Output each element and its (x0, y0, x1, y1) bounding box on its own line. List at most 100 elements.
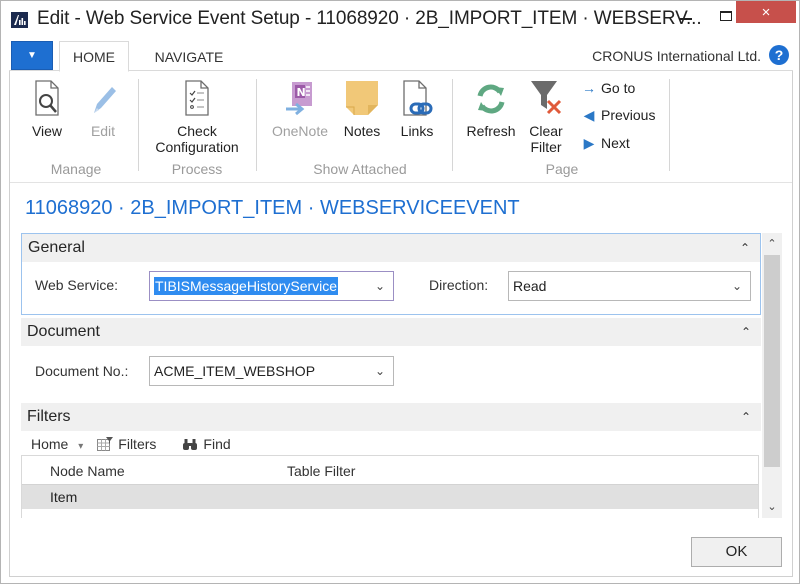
notes-button[interactable]: Notes (337, 79, 387, 139)
direction-field[interactable]: Read ⌄ (508, 271, 751, 301)
help-icon[interactable]: ? (769, 45, 789, 65)
collapse-icon[interactable]: ⌃ (741, 318, 751, 346)
cell-node-name: Item (50, 489, 78, 505)
filters-grid: Node Name Table Filter Item (21, 455, 759, 518)
group-label-page: Page (545, 161, 579, 177)
filters-toolbar: Home ▾ Filters Find (31, 433, 243, 455)
collapse-icon[interactable]: ⌃ (741, 403, 751, 431)
previous-button[interactable]: ◀ Previous (581, 104, 656, 126)
vertical-scrollbar[interactable]: ⌃ ⌄ (762, 233, 782, 518)
ok-button[interactable]: OK (691, 537, 782, 567)
find-button[interactable]: Find (182, 436, 236, 452)
home-menu-button[interactable]: Home ▾ (31, 436, 89, 452)
links-label: Links (400, 123, 434, 139)
scroll-down-icon[interactable]: ⌄ (762, 498, 782, 516)
onenote-button[interactable]: N OneNote (267, 79, 333, 139)
checklist-document-icon (179, 79, 215, 119)
title-bar: Edit - Web Service Event Setup - 1106892… (1, 1, 799, 39)
home-menu-label: Home (31, 436, 69, 452)
links-button[interactable]: Links (393, 79, 441, 139)
view-label: View (31, 123, 63, 139)
close-icon: × (761, 3, 771, 21)
tab-home[interactable]: HOME (59, 41, 129, 72)
group-label-process: Process (171, 161, 223, 177)
sticky-note-icon (344, 79, 380, 119)
refresh-icon (473, 79, 509, 119)
binoculars-icon (183, 438, 198, 450)
pencil-icon (85, 79, 121, 119)
clear-filter-button[interactable]: Clear Filter (521, 79, 571, 155)
check-label-line2: Configuration (155, 139, 239, 155)
general-title: General (28, 239, 85, 256)
content-area: General ⌃ Web Service: TIBISMessageHisto… (21, 233, 761, 518)
check-label-line1: Check (177, 123, 217, 139)
direction-value: Read (513, 278, 547, 294)
web-service-field[interactable]: TIBISMessageHistoryService ⌄ (149, 271, 394, 301)
direction-label: Direction: (429, 277, 489, 293)
arrow-right-icon: → (582, 80, 596, 96)
group-divider (256, 79, 257, 171)
ribbon-tabs: ▼ HOME NAVIGATE CRONUS International Ltd… (9, 39, 793, 72)
group-divider (452, 79, 453, 171)
check-configuration-button[interactable]: Check Configuration (147, 79, 247, 155)
notes-label: Notes (343, 123, 381, 139)
maximize-icon (720, 11, 732, 21)
triangle-right-icon: ▶ (583, 134, 595, 151)
group-divider (138, 79, 139, 171)
scrollbar-thumb[interactable] (764, 255, 780, 467)
group-divider (669, 79, 670, 171)
clear-filter-label-line2: Filter (530, 139, 562, 155)
next-label: Next (601, 135, 630, 151)
group-label-manage: Manage (50, 161, 102, 177)
caret-down-icon: ▼ (27, 50, 37, 61)
view-document-icon (29, 79, 65, 119)
next-button[interactable]: ▶ Next (581, 132, 630, 154)
general-section-header[interactable]: General ⌃ (22, 234, 760, 262)
edit-button[interactable]: Edit (79, 79, 127, 139)
scroll-up-icon[interactable]: ⌃ (762, 235, 782, 253)
table-row[interactable]: Item (22, 485, 758, 509)
links-document-icon (399, 79, 435, 119)
goto-label: Go to (601, 80, 636, 96)
dialog-window: Edit - Web Service Event Setup - 1106892… (0, 0, 800, 584)
collapse-icon[interactable]: ⌃ (740, 234, 750, 262)
filters-section-header[interactable]: Filters ⌃ (21, 403, 761, 431)
group-label-show-attached: Show Attached (313, 161, 407, 177)
document-no-label: Document No.: (35, 363, 129, 379)
previous-label: Previous (601, 107, 656, 123)
goto-button[interactable]: → Go to (581, 77, 635, 99)
document-title: Document (27, 323, 100, 340)
close-button[interactable]: × (736, 1, 796, 23)
web-service-label: Web Service: (35, 277, 118, 293)
dynamics-nav-logo-icon (11, 12, 28, 28)
company-name: CRONUS International Ltd. (592, 48, 761, 64)
chevron-down-icon[interactable]: ⌄ (375, 272, 385, 300)
svg-text:N: N (297, 86, 306, 99)
clear-filter-label-line1: Clear (529, 123, 563, 139)
refresh-label: Refresh (466, 123, 516, 139)
document-section-header[interactable]: Document ⌃ (21, 318, 761, 346)
chevron-down-icon[interactable]: ⌄ (732, 272, 742, 300)
column-header-node-name[interactable]: Node Name (50, 463, 125, 479)
minimize-button[interactable] (666, 1, 706, 31)
edit-label: Edit (90, 123, 116, 139)
onenote-label: OneNote (271, 123, 329, 139)
grid-header: Node Name Table Filter (22, 456, 758, 485)
chevron-down-icon[interactable]: ⌄ (375, 357, 385, 385)
onenote-icon: N (282, 79, 318, 119)
ribbon-home: View Edit Manage Check Configuration Pro… (9, 71, 793, 183)
window-title: Edit - Web Service Event Setup - 1106892… (37, 8, 702, 29)
filters-button[interactable]: Filters (97, 436, 162, 452)
filters-button-label: Filters (118, 436, 157, 452)
clear-filter-icon (528, 79, 564, 119)
page-title: 11068920 · 2B_IMPORT_ITEM · WEBSERVICEEV… (25, 197, 520, 219)
column-header-table-filter[interactable]: Table Filter (287, 463, 355, 479)
view-button[interactable]: View (23, 79, 71, 139)
filters-title: Filters (27, 408, 71, 425)
tab-navigate[interactable]: NAVIGATE (139, 41, 239, 72)
caret-down-icon: ▾ (78, 441, 84, 452)
refresh-button[interactable]: Refresh (461, 79, 521, 139)
document-no-field[interactable]: ACME_ITEM_WEBSHOP ⌄ (149, 356, 394, 386)
app-menu-button[interactable]: ▼ (11, 41, 53, 70)
minimize-icon (680, 18, 692, 20)
